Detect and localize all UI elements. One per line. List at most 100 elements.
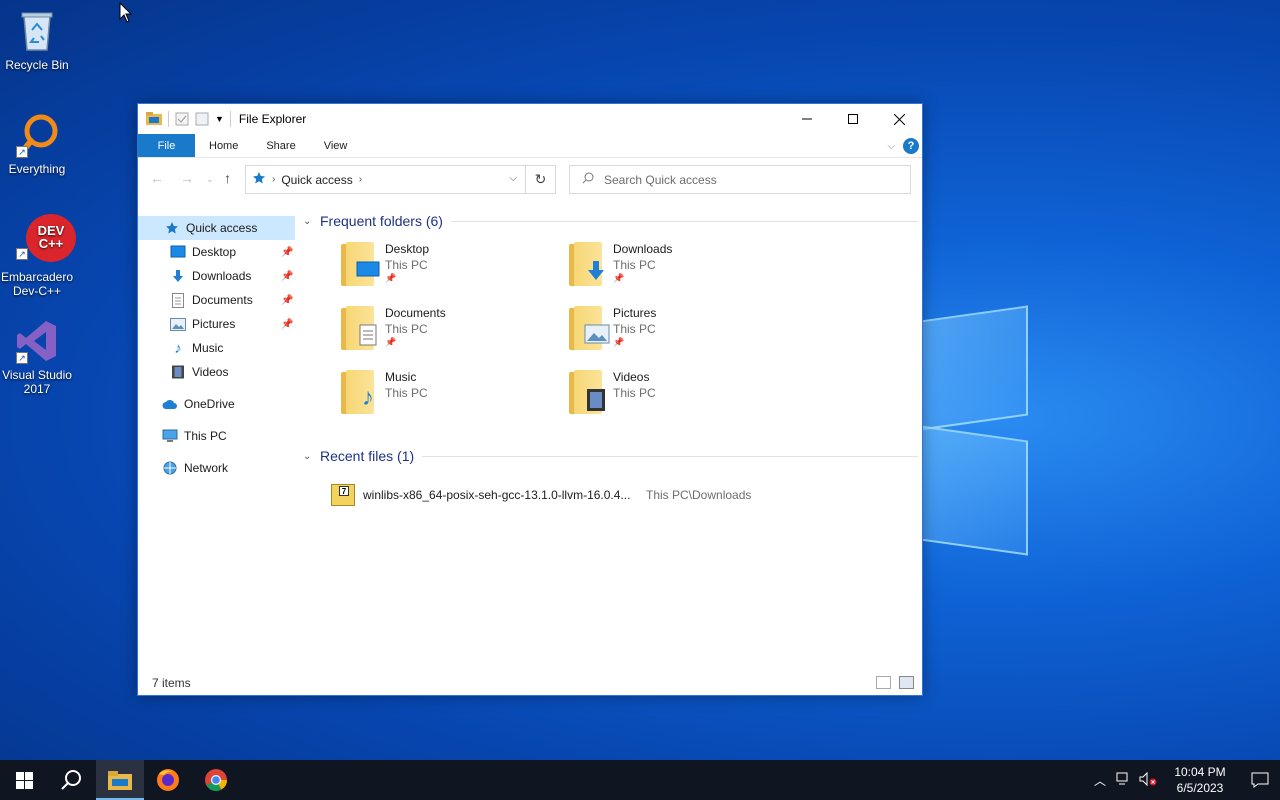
details-view-icon[interactable] [876, 676, 891, 689]
cloud-icon [162, 396, 178, 412]
breadcrumb-chevron-icon[interactable]: › [359, 174, 362, 185]
download-arrow-icon [170, 268, 186, 284]
everything-shortcut[interactable]: ↗ Everything [0, 112, 74, 176]
desktop-icon [356, 260, 380, 280]
film-icon [170, 364, 186, 380]
sidebar-item-videos[interactable]: Videos [138, 360, 295, 384]
recent-files-header[interactable]: ⌄ Recent files (1) [303, 445, 918, 467]
visual-studio-shortcut[interactable]: ↗ Visual Studio 2017 [0, 318, 74, 396]
network-icon [162, 460, 178, 476]
sidebar-item-downloads[interactable]: Downloads 📌 [138, 264, 295, 288]
everything-magnifier-icon: ↗ [14, 112, 60, 158]
desktop-icon-label: Recycle Bin [5, 58, 69, 72]
taskbar-chrome[interactable] [192, 760, 240, 800]
properties-icon[interactable] [175, 112, 189, 126]
pin-icon[interactable]: 📌 [281, 271, 293, 282]
clock-time: 10:04 PM [1174, 765, 1226, 779]
breadcrumb-quick-access[interactable]: Quick access [281, 173, 352, 187]
recent-file-path: This PC\Downloads [646, 488, 752, 502]
recycle-bin-icon [14, 8, 60, 54]
refresh-button[interactable]: ↻ [526, 165, 556, 194]
sidebar-item-pictures[interactable]: Pictures 📌 [138, 312, 295, 336]
computer-icon [162, 428, 178, 444]
recycle-bin-shortcut[interactable]: Recycle Bin [0, 8, 74, 72]
firefox-icon [157, 769, 179, 791]
shortcut-arrow-icon: ↗ [16, 248, 28, 260]
address-bar[interactable]: › Quick access › ⌵ [245, 165, 526, 194]
folder-tile-videos[interactable]: Videos This PC [566, 368, 786, 426]
expand-ribbon-chevron-icon[interactable]: ⌵ [887, 141, 895, 152]
pin-icon: 📌 [613, 337, 625, 347]
sidebar-item-label: Music [192, 341, 224, 355]
frequent-folders-header[interactable]: ⌄ Frequent folders (6) [303, 210, 918, 232]
sidebar-item-quick-access[interactable]: Quick access [138, 216, 295, 240]
mouse-pointer-icon [119, 1, 133, 27]
sidebar-item-this-pc[interactable]: This PC [138, 424, 295, 448]
forward-arrow-icon[interactable]: → [180, 170, 194, 186]
show-hidden-icons-chevron-icon[interactable]: ︿ [1088, 772, 1112, 789]
customize-toolbar-chevron-icon[interactable]: ▼ [215, 114, 224, 124]
quick-access-star-icon [252, 171, 266, 188]
search-button[interactable] [48, 760, 96, 800]
system-tray: ︿ 10:04 PM 6/5/2023 [1088, 760, 1280, 800]
notification-icon [1251, 772, 1269, 788]
download-arrow-icon [584, 260, 608, 280]
sidebar-item-label: Network [184, 461, 229, 475]
title-bar[interactable]: ▼ File Explorer [138, 104, 922, 134]
tab-share[interactable]: Share [252, 134, 309, 157]
desktop-icon-label: Visual Studio 2017 [2, 368, 72, 396]
content-area: Quick access Desktop 📌 Downloads 📌 Docum… [138, 213, 922, 673]
pin-icon[interactable]: 📌 [281, 247, 293, 258]
clock[interactable]: 10:04 PM 6/5/2023 [1164, 764, 1236, 796]
search-box[interactable] [569, 165, 911, 194]
recent-locations-chevron-icon[interactable]: ⌄ [206, 174, 214, 185]
network-status-icon[interactable] [1112, 772, 1136, 789]
close-button[interactable] [876, 104, 922, 134]
tab-file[interactable]: File [138, 134, 195, 157]
windows-logo-wallpaper [905, 305, 1030, 556]
minimize-button[interactable] [784, 104, 830, 134]
pin-icon[interactable]: 📌 [281, 319, 293, 330]
devcpp-shortcut[interactable]: DEV C++ ↗ Embarcadero Dev-C++ [0, 214, 76, 298]
sidebar-item-desktop[interactable]: Desktop 📌 [138, 240, 295, 264]
pin-icon[interactable]: 📌 [281, 295, 293, 306]
taskbar-firefox[interactable] [144, 760, 192, 800]
address-dropdown-chevron-icon[interactable]: ⌵ [509, 173, 517, 184]
help-button[interactable]: ? [903, 138, 919, 154]
sidebar-item-label: Desktop [192, 245, 237, 259]
sidebar-item-network[interactable]: Network [138, 456, 295, 480]
folder-tile-pictures[interactable]: Pictures This PC 📌 [566, 304, 786, 362]
action-center-button[interactable] [1240, 772, 1280, 788]
back-arrow-icon[interactable]: ← [150, 170, 164, 186]
breadcrumb-chevron-icon[interactable]: › [272, 174, 275, 185]
status-bar: 7 items [138, 671, 922, 695]
folder-location: This PC [613, 322, 656, 336]
taskbar-file-explorer[interactable] [96, 760, 144, 800]
folder-tile-downloads[interactable]: Downloads This PC 📌 [566, 240, 786, 298]
sidebar-item-music[interactable]: ♪ Music [138, 336, 295, 360]
volume-muted-icon[interactable] [1136, 771, 1160, 789]
up-arrow-icon[interactable]: ↑ [224, 170, 231, 186]
sidebar-item-onedrive[interactable]: OneDrive [138, 392, 295, 416]
tab-view[interactable]: View [310, 134, 362, 157]
search-icon [582, 172, 594, 187]
large-icons-view-icon[interactable] [899, 676, 914, 689]
folder-tile-music[interactable]: ♪ Music This PC [338, 368, 558, 426]
shortcut-arrow-icon: ↗ [16, 146, 28, 158]
list-item[interactable]: 7 winlibs-x86_64-posix-seh-gcc-13.1.0-ll… [331, 481, 911, 509]
window-title: File Explorer [238, 112, 307, 126]
start-button[interactable] [0, 760, 48, 800]
folder-tile-documents[interactable]: Documents This PC 📌 [338, 304, 558, 362]
tab-home[interactable]: Home [195, 134, 252, 157]
search-input[interactable] [604, 172, 884, 187]
folder-tile-desktop[interactable]: Desktop This PC 📌 [338, 240, 558, 298]
refresh-icon: ↻ [534, 171, 547, 187]
sidebar-item-documents[interactable]: Documents 📌 [138, 288, 295, 312]
group-title: Frequent folders (6) [320, 213, 443, 229]
new-folder-icon[interactable] [195, 112, 209, 126]
group-title: Recent files (1) [320, 448, 415, 464]
folder-name: Pictures [613, 306, 657, 320]
maximize-button[interactable] [830, 104, 876, 134]
sidebar-item-label: This PC [184, 429, 227, 443]
sidebar-item-label: Pictures [192, 317, 236, 331]
